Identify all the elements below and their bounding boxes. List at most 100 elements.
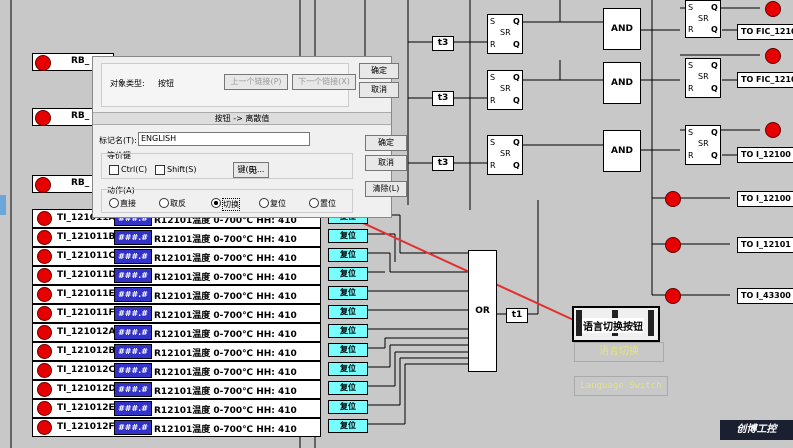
alarm-indicator: [37, 420, 52, 435]
key-value: 无: [249, 166, 257, 175]
value-display: ###.#: [114, 344, 152, 359]
ok-button[interactable]: 确定: [365, 135, 407, 151]
action-toggle-invert-radio[interactable]: [159, 198, 169, 208]
value-display: ###.#: [114, 363, 152, 378]
language-switch-en[interactable]: Language Switch: [574, 376, 668, 396]
table-row: TI_121012B ###.# R12101温度 0-700℃ HH: 410: [32, 342, 321, 361]
output-tag: TO I_12100: [737, 191, 793, 207]
value-display: ###.#: [114, 287, 152, 302]
table-row: TI_121012E ###.# R12101温度 0-700℃ HH: 410: [32, 399, 321, 418]
action-reset-label: 复位: [270, 199, 286, 208]
sr-flipflop: SQ SR R Q: [685, 58, 721, 98]
alarm-indicator: [37, 363, 52, 378]
alarm-indicator: [37, 211, 52, 226]
clear-button[interactable]: 清除(L): [365, 181, 407, 197]
description: R12101温度 0-700℃ HH: 410: [154, 311, 297, 321]
reset-button[interactable]: 复位: [328, 362, 368, 376]
action-direct-label: 直接: [120, 199, 136, 208]
and-gate: AND: [603, 62, 641, 104]
reset-button[interactable]: 复位: [328, 267, 368, 281]
tag-name: TI_121012F: [57, 422, 115, 432]
and-gate: AND: [603, 8, 641, 50]
reset-button[interactable]: 复位: [328, 248, 368, 262]
alarm-indicator: [37, 382, 52, 397]
language-switch-cn[interactable]: 语言切换: [574, 342, 664, 362]
tag-name: TI_121012C: [57, 365, 116, 375]
tag-name-input[interactable]: ENGLISH: [138, 132, 310, 146]
reset-button[interactable]: 复位: [328, 229, 368, 243]
description: R12101温度 0-700℃ HH: 410: [154, 292, 297, 302]
cancel-button-top[interactable]: 取消: [359, 82, 399, 98]
action-set-radio[interactable]: [309, 198, 319, 208]
sr-flipflop: SQ SR R Q: [487, 70, 523, 110]
cancel-button[interactable]: 取消: [365, 155, 407, 171]
description: R12101温度 0-700℃ HH: 410: [154, 273, 297, 283]
alarm-indicator: [37, 401, 52, 416]
rb-label: RB_: [71, 178, 90, 188]
reset-button[interactable]: 复位: [328, 286, 368, 300]
output-indicator: [665, 191, 681, 207]
output-indicator: [765, 1, 781, 17]
value-display: ###.#: [114, 420, 152, 435]
alarm-indicator: [35, 177, 51, 193]
object-type-value: 按钮: [158, 79, 174, 88]
prev-link-button[interactable]: 上一个链接(P): [224, 74, 288, 90]
brand-logo: 创博工控: [720, 420, 793, 440]
reset-button[interactable]: 复位: [328, 419, 368, 433]
table-row: TI_121012C ###.# R12101温度 0-700℃ HH: 410: [32, 361, 321, 380]
reset-button[interactable]: 复位: [328, 305, 368, 319]
table-row: TI_121012F ###.# R12101温度 0-700℃ HH: 410: [32, 418, 321, 437]
output-indicator: [765, 122, 781, 138]
action-direct-radio[interactable]: [109, 198, 119, 208]
rb-label: RB_: [71, 56, 90, 66]
and-gate: AND: [603, 130, 641, 172]
output-tag: TO FIC_1210: [737, 72, 793, 88]
output-indicator: [665, 237, 681, 253]
alarm-indicator: [37, 268, 52, 283]
value-display: ###.#: [114, 249, 152, 264]
tag-name: TI_121011D: [57, 270, 117, 280]
alarm-indicator: [37, 344, 52, 359]
language-switch-button[interactable]: 语言切换按钮: [572, 306, 660, 342]
sr-flipflop: SQ SR R Q: [487, 14, 523, 54]
output-tag: TO I_43300: [737, 288, 793, 304]
tag-name: TI_121012A: [57, 327, 116, 337]
alarm-indicator: [37, 287, 52, 302]
description: R12101温度 0-700℃ HH: 410: [154, 387, 297, 397]
object-info-panel: 对象类型: 按钮 上一个链接(P) 下一个链接(X): [101, 63, 356, 107]
reset-button[interactable]: 复位: [328, 324, 368, 338]
value-display: ###.#: [114, 306, 152, 321]
value-display: ###.#: [114, 401, 152, 416]
action-switch-radio[interactable]: [211, 198, 221, 208]
link-properties-dialog: 对象类型: 按钮 上一个链接(P) 下一个链接(X) 确定 取消 按钮 -> 离…: [92, 56, 407, 218]
alarm-indicator: [35, 110, 51, 126]
reset-button[interactable]: 复位: [328, 343, 368, 357]
tag-name: TI_121011E: [57, 289, 115, 299]
tag-name: TI_121011C: [57, 251, 116, 261]
shift-label: Shift(S): [167, 165, 197, 174]
shift-checkbox[interactable]: [155, 165, 165, 175]
language-switch-label: 语言切换按钮: [582, 318, 644, 333]
timer-block: t3: [432, 36, 454, 51]
ok-button-top[interactable]: 确定: [359, 63, 399, 79]
table-row: TI_121012A ###.# R12101温度 0-700℃ HH: 410: [32, 323, 321, 342]
or-gate: OR: [468, 250, 497, 372]
tag-name: TI_121012B: [57, 346, 116, 356]
value-display: ###.#: [114, 382, 152, 397]
alarm-indicator: [37, 306, 52, 321]
tag-name: TI_121011B: [57, 232, 116, 242]
reset-button[interactable]: 复位: [328, 400, 368, 414]
action-switch-label: 切换: [222, 198, 240, 211]
action-reset-radio[interactable]: [259, 198, 269, 208]
output-indicator: [765, 48, 781, 64]
rb-label: RB_: [71, 111, 90, 121]
reset-button[interactable]: 复位: [328, 381, 368, 395]
output-tag: TO I_12100: [737, 147, 793, 163]
value-display: ###.#: [114, 325, 152, 340]
next-link-button[interactable]: 下一个链接(X): [292, 74, 356, 90]
output-indicator: [665, 288, 681, 304]
ctrl-checkbox[interactable]: [109, 165, 119, 175]
table-row: TI_121011E ###.# R12101温度 0-700℃ HH: 410: [32, 285, 321, 304]
description: R12101温度 0-700℃ HH: 410: [154, 349, 297, 359]
tag-name: TI_121012D: [57, 384, 117, 394]
